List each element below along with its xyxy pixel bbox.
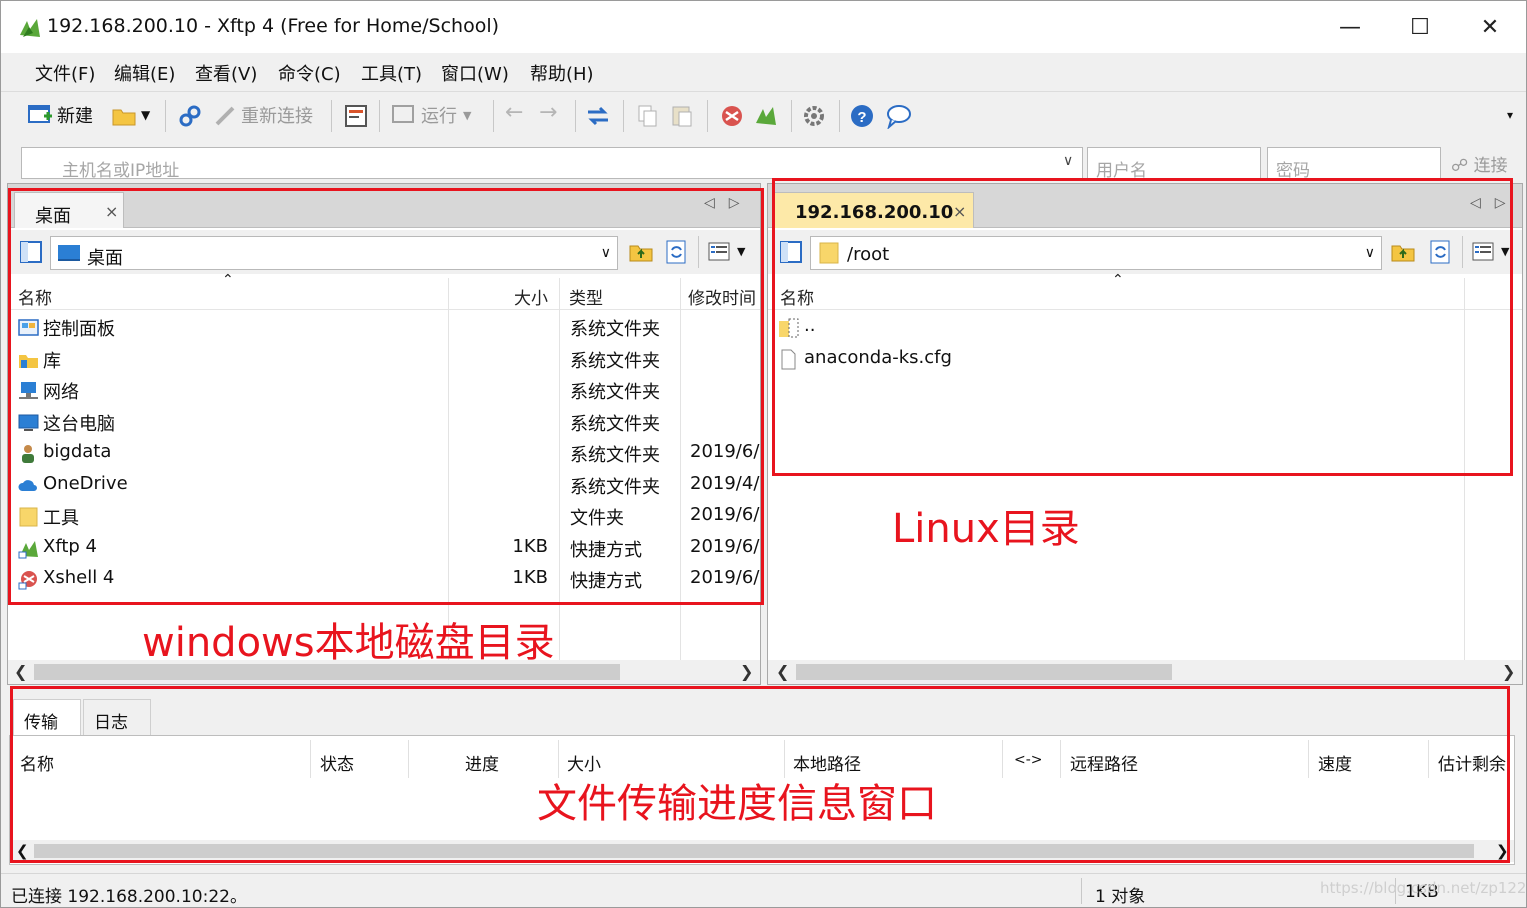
toolbar-separator [331,100,332,132]
connect-button[interactable]: ☍ 连接 [1451,151,1508,176]
reconnect-label: 重新连接 [241,106,313,127]
toolbar-separator [707,100,708,132]
new-session-label: 新建 [57,106,93,127]
run-dropdown-icon[interactable]: ▼ [463,109,471,122]
svg-text:?: ? [857,109,866,126]
local-annotation-label: windows本地磁盘目录 [142,620,555,666]
remote-hscroll[interactable]: ❮ ❯ [768,660,1522,684]
forward-arrow-icon[interactable]: → [539,100,565,126]
connect-link-icon[interactable] [177,103,203,129]
toolbar-separator [623,100,624,132]
connect-link-icon: ☍ [1451,156,1469,176]
watermark: https://blog.csdn.net/zp1220 [1320,879,1527,897]
minimize-button[interactable]: — [1315,1,1385,53]
username-input[interactable]: 用户名 [1087,147,1261,179]
toolbar-separator [575,100,576,132]
scroll-thumb[interactable] [796,664,1172,680]
menu-tools[interactable]: 工具(T) [361,60,422,86]
new-session-button[interactable]: 新建 [27,102,93,128]
host-dropdown-icon[interactable]: ∨ [1063,153,1073,169]
chat-bubble-icon[interactable] [885,103,911,129]
connect-label: 连接 [1473,156,1508,176]
local-pane-annotation-box [8,188,764,605]
reconnect-button[interactable]: 重新连接 [213,102,313,128]
menu-help[interactable]: 帮助(H) [530,60,594,86]
password-input[interactable]: 密码 [1267,147,1441,179]
scroll-left-icon[interactable]: ❮ [776,662,789,681]
properties-icon[interactable] [343,103,369,129]
open-dropdown-icon[interactable]: ▼ [141,108,167,134]
paste-icon[interactable] [669,103,695,129]
toolbar-separator [839,100,840,132]
scroll-right-icon[interactable]: ❯ [1502,662,1515,681]
remote-pane-annotation-box [772,178,1513,476]
sync-arrows-icon[interactable] [585,103,611,129]
status-bar: 已连接 192.168.200.10:22。 1 对象 1KB [1,873,1526,907]
scroll-left-icon[interactable]: ❮ [14,662,27,681]
new-session-icon [28,105,52,123]
scroll-right-icon[interactable]: ❯ [740,662,753,681]
gear-icon[interactable] [801,103,827,129]
run-icon [392,105,414,123]
xftp-app-icon [20,19,40,37]
menu-command[interactable]: 命令(C) [278,60,341,86]
toolbar-separator [791,100,792,132]
toolbar-separator [493,100,494,132]
toolbar-separator [165,100,166,132]
menu-file[interactable]: 文件(F) [35,60,95,86]
xshell-icon[interactable] [719,103,745,129]
status-object-count: 1 对象 [1095,887,1146,907]
menu-bar: 文件(F) 编辑(E) 查看(V) 命令(C) 工具(T) 窗口(W) 帮助(H… [1,53,1526,89]
toolbar-separator [379,100,380,132]
close-button[interactable]: ✕ [1455,1,1525,53]
menu-view[interactable]: 查看(V) [195,60,257,86]
menu-edit[interactable]: 编辑(E) [114,60,175,86]
back-arrow-icon[interactable]: ← [505,100,531,126]
status-connection: 已连接 192.168.200.10:22。 [11,887,247,907]
address-bar: 主机名或IP地址 ∨ 用户名 密码 ☍ 连接 [1,141,1526,183]
toolbar: 新建 ▼ 重新连接 运行 ▼ ← → ? ▾ [1,91,1526,139]
run-button[interactable]: 运行 ▼ [391,102,471,128]
help-icon[interactable]: ? [849,103,875,129]
remote-annotation-label: Linux目录 [892,506,1080,552]
transfer-annotation-label: 文件传输进度信息窗口 [537,781,937,827]
host-input[interactable]: 主机名或IP地址 [21,147,1083,179]
reconnect-icon [215,106,235,126]
toolbar-overflow-icon[interactable]: ▾ [1507,108,1527,134]
copy-icon[interactable] [635,103,661,129]
xftp-icon[interactable] [753,103,779,129]
window-title: 192.168.200.10 - Xftp 4 (Free for Home/S… [47,15,500,37]
maximize-button[interactable]: ☐ [1385,1,1455,53]
run-label: 运行 [421,106,457,127]
status-separator [1081,878,1082,904]
open-folder-icon[interactable] [111,103,137,129]
menu-window[interactable]: 窗口(W) [441,60,509,86]
title-bar[interactable]: 192.168.200.10 - Xftp 4 (Free for Home/S… [1,1,1526,53]
